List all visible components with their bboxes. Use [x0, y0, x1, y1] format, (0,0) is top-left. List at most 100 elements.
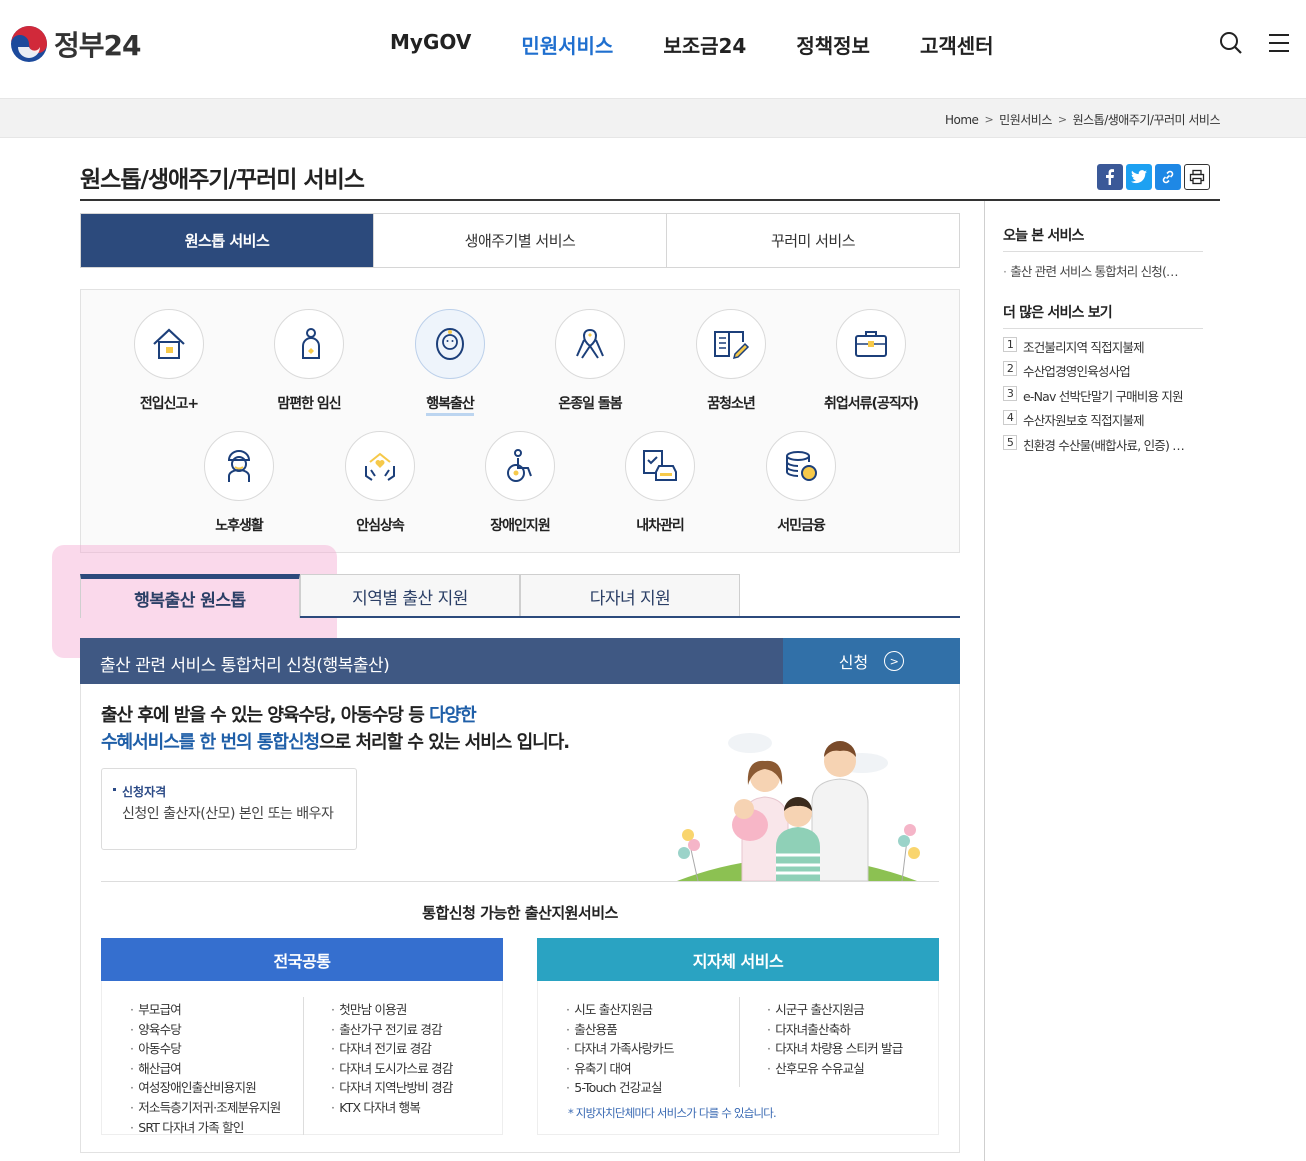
more-service-item[interactable]: 3 e-Nav 선박단말기 구매비용 지원	[1003, 385, 1184, 410]
service-label: 서민금융	[777, 518, 826, 534]
local-services-list: 시도 출산지원금 출산용품 다자녀 가족사랑카드 유축기 대여 5-Touch …	[537, 981, 939, 1135]
more-service-item[interactable]: 5 친환경 수산물(배합사료, 인증) …	[1003, 434, 1185, 459]
more-services-title: 더 많은 서비스 보기	[1003, 305, 1113, 321]
link-copy-icon[interactable]	[1155, 164, 1181, 190]
print-icon[interactable]	[1184, 164, 1210, 190]
breadcrumb-civil-service[interactable]: 민원서비스	[999, 111, 1052, 128]
list-item: 부모급여	[130, 999, 280, 1019]
list-item: 다자녀출산축하	[767, 1019, 902, 1039]
recent-service-item[interactable]: 출산 관련 서비스 통합처리 신청(…	[1003, 261, 1193, 280]
briefcase-icon	[855, 331, 887, 357]
more-service-item[interactable]: 4 수산자원보호 직접지불제	[1003, 410, 1184, 434]
more-service-item[interactable]: 1 조건불리지역 직접지불제	[1003, 337, 1184, 361]
sidebar-divider	[984, 201, 985, 1161]
site-logo[interactable]: 정부24	[10, 24, 141, 64]
pregnant-icon	[302, 328, 320, 359]
main-navigation: MyGOV 민원서비스 보조금24 정책정보 고객센터	[390, 30, 1044, 59]
apply-button[interactable]: 신청 >	[783, 638, 960, 684]
service-youth[interactable]: 꿈청소년	[671, 309, 791, 413]
national-services-list: 부모급여 양육수당 아동수당 해산급여 여성장애인출산비용지원 저소득층기저귀·…	[101, 981, 503, 1135]
service-label: 맘편한 임신	[277, 396, 341, 412]
local-services-note: * 지방자치단체마다 서비스가 다를 수 있습니다.	[568, 1106, 777, 1120]
list-item: 5-Touch 건강교실	[566, 1077, 674, 1097]
nav-customer-center[interactable]: 고객센터	[920, 30, 994, 59]
search-icon[interactable]	[1218, 30, 1244, 56]
breadcrumb-home[interactable]: Home	[945, 113, 979, 127]
list-item: 여성장애인출산비용지원	[130, 1077, 280, 1097]
desc-text: 출산 후에 받을 수 있는 양육수당, 아동수당 등	[101, 705, 430, 726]
list-item: 저소득층기저귀·조제분유지원	[130, 1097, 281, 1117]
nav-civil-service[interactable]: 민원서비스	[521, 30, 613, 59]
list-item: KTX 다자녀 행복	[331, 1097, 453, 1117]
book-pen-icon	[714, 331, 750, 360]
list-item: 유축기 대여	[566, 1058, 674, 1078]
apply-label: 신청	[838, 653, 869, 672]
desc-highlight: 수혜서비스를 한 번의 통합신청	[101, 732, 320, 753]
national-list-right: 첫만남 이용권 출산가구 전기료 경감 다자녀 전기료 경감 다자녀 도시가스료…	[331, 999, 453, 1117]
service-icon-circle	[696, 309, 766, 379]
more-service-item[interactable]: 2 수산업경영인육성사업	[1003, 361, 1184, 385]
title-underline	[80, 199, 1220, 201]
service-happy-birth[interactable]: 행복출산	[390, 309, 510, 416]
service-finance[interactable]: 서민금융	[741, 431, 861, 535]
service-icon-circle	[415, 309, 485, 379]
rank-badge: 5	[1003, 434, 1017, 450]
service-icon-circle	[766, 431, 836, 501]
nav-mygov[interactable]: MyGOV	[390, 30, 471, 59]
list-item: 다자녀 도시가스료 경감	[331, 1058, 453, 1078]
list-item: 시군구 출산지원금	[767, 999, 902, 1019]
taegeuk-logo-icon	[11, 26, 47, 62]
recent-services-title: 오늘 본 서비스	[1003, 228, 1084, 244]
tab-onestop-service[interactable]: 원스톱 서비스	[81, 214, 374, 267]
list-item: 출산용품	[566, 1019, 674, 1039]
list-item: 다자녀 차량용 스티커 발급	[767, 1038, 903, 1058]
more-service-label: 조건불리지역 직접지불제	[1023, 340, 1145, 355]
service-all-day-care[interactable]: 온종일 돌봄	[530, 309, 650, 413]
facebook-share-icon[interactable]	[1097, 164, 1123, 190]
tab-lifecycle-service[interactable]: 생애주기별 서비스	[374, 214, 667, 267]
list-item: 출산가구 전기료 경감	[331, 1019, 453, 1039]
desc-highlight: 다양한	[429, 705, 477, 726]
list-item: 다자녀 가족사랑카드	[566, 1038, 674, 1058]
column-divider	[739, 997, 740, 1087]
service-retirement[interactable]: 노후생활	[179, 431, 299, 535]
service-label: 온종일 돌봄	[558, 396, 622, 412]
service-move-in[interactable]: 전입신고+	[109, 309, 229, 413]
subtab-happy-birth-onestop[interactable]: 행복출산 원스톱	[80, 574, 300, 618]
local-list-left: 시도 출산지원금 출산용품 다자녀 가족사랑카드 유축기 대여 5-Touch …	[566, 999, 674, 1097]
ribbon-icon	[576, 328, 604, 359]
service-car-management[interactable]: 내차관리	[600, 431, 720, 535]
site-header: 정부24 MyGOV 민원서비스 보조금24 정책정보 고객센터	[0, 0, 1306, 98]
list-item: 해산급여	[130, 1058, 280, 1078]
service-label: 전입신고+	[139, 396, 199, 412]
rank-badge: 4	[1003, 410, 1017, 426]
breadcrumb-bar: Home > 민원서비스 > 원스톱/생애주기/꾸러미 서비스	[0, 98, 1306, 138]
service-icon-circle	[555, 309, 625, 379]
subtab-regional-birth-support[interactable]: 지역별 출산 지원	[300, 574, 520, 618]
nav-policy-info[interactable]: 정책정보	[796, 30, 870, 59]
chevron-right-circle-icon: >	[884, 651, 905, 671]
more-service-label: 수산업경영인육성사업	[1023, 364, 1131, 380]
more-service-label: 수산자원보호 직접지불제	[1023, 413, 1145, 429]
service-inheritance[interactable]: 안심상속	[320, 431, 440, 535]
sidebar-rule	[1003, 251, 1203, 252]
menu-icon[interactable]	[1266, 30, 1292, 56]
subtab-multi-child-support[interactable]: 다자녀 지원	[520, 574, 740, 618]
integrated-services-title: 통합신청 가능한 출산지원서비스	[422, 904, 618, 922]
service-label: 내차관리	[636, 518, 685, 534]
more-service-label: e-Nav 선박단말기 구매비용 지원	[1023, 388, 1184, 404]
tab-package-service[interactable]: 꾸러미 서비스	[667, 214, 959, 267]
twitter-share-icon[interactable]	[1126, 164, 1152, 190]
list-item: 첫만남 이용권	[331, 999, 453, 1019]
service-disability-support[interactable]: 장애인지원	[460, 431, 580, 535]
breadcrumb-current[interactable]: 원스톱/생애주기/꾸러미 서비스	[1073, 111, 1221, 128]
service-pregnancy[interactable]: 맘편한 임신	[249, 309, 369, 413]
subtab-underline	[300, 616, 960, 618]
list-item: 다자녀 지역난방비 경감	[331, 1077, 453, 1097]
service-label: 행복출산	[426, 393, 475, 416]
service-employment-docs[interactable]: 취업서류(공직자)	[811, 309, 931, 413]
service-icon-circle	[274, 309, 344, 379]
national-list-left: 부모급여 양육수당 아동수당 해산급여 여성장애인출산비용지원 저소득층기저귀·…	[130, 999, 281, 1136]
service-icon-circle	[204, 431, 274, 501]
nav-subsidy24[interactable]: 보조금24	[663, 30, 746, 59]
